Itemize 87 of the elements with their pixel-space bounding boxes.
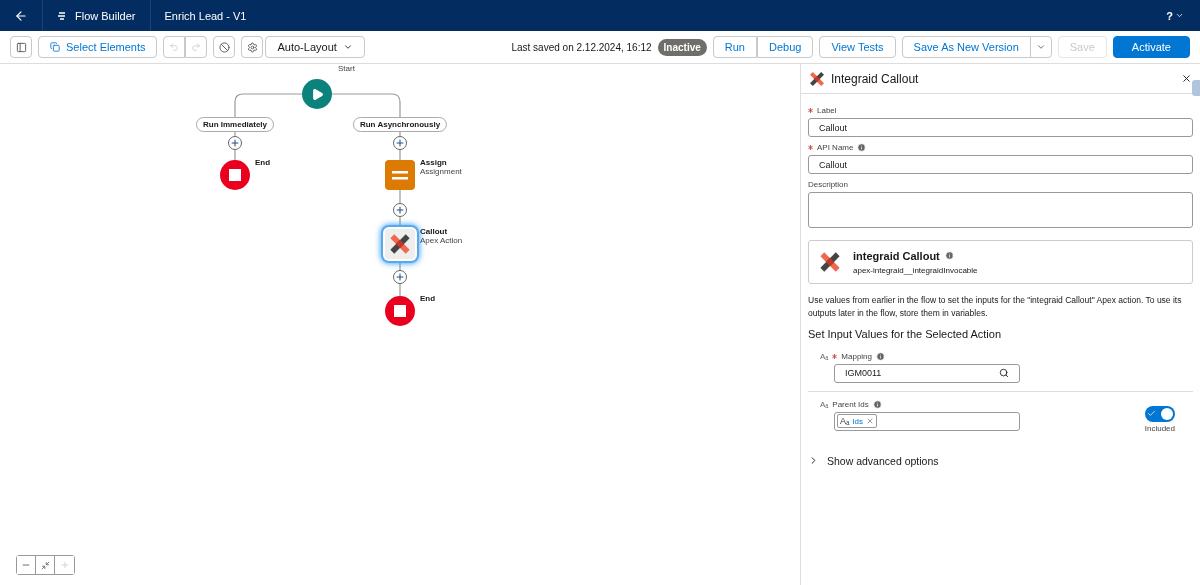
add-element-button[interactable] [393,270,407,284]
settings-icon [247,41,258,53]
check-icon [1146,409,1156,418]
node-subtitle: Assignment [420,167,462,176]
status-badge: Inactive [657,38,707,56]
select-elements-button[interactable]: Select Elements [38,36,158,58]
remove-icon[interactable] [866,417,875,425]
start-node[interactable] [302,79,332,109]
node-subtitle: Apex Action [420,236,463,245]
node-title: Callout [420,227,449,236]
equals-icon [392,170,408,180]
required-icon [808,108,813,113]
info-icon [944,251,954,260]
panel-icon [15,41,27,53]
toolbar-button[interactable]: View Tests [819,36,896,58]
panel-title: Integraid Callout [831,71,919,86]
errors-button[interactable] [213,36,236,58]
resource-pill[interactable]: Aₐ Ids [837,414,878,428]
description-field[interactable] [808,192,1193,228]
end-node[interactable] [385,296,415,326]
info-icon [857,143,867,152]
settings-button[interactable] [241,36,264,58]
search-icon [999,368,1009,378]
node-title: End [420,294,436,303]
last-saved-text: Last saved on 2.12.2024, 16:12 [511,41,652,53]
text-type-icon: Aₐ [820,399,829,409]
play-icon [310,87,324,101]
field-label: Mapping [841,351,872,361]
activate-button[interactable]: Activate [1112,36,1190,58]
caret-icon[interactable] [1175,11,1184,20]
required-icon [832,353,838,359]
caret-icon [1035,42,1046,52]
end-node[interactable] [220,160,250,190]
help-text: Use values from earlier in the flow to set the inputs for the "integraid Callout" Apex action. To use its outputs later in the flow, store them in variables. [808,294,1183,320]
help-menu[interactable]: ? [1166,9,1173,22]
toggle-label: Included [1144,423,1175,433]
layout-dropdown[interactable]: Auto-Layout [265,36,365,58]
field-label: API Name [817,143,854,152]
plus-icon [395,272,405,282]
resource-field[interactable]: Aₐ Ids [834,411,1020,431]
field-label: Parent Ids [832,399,869,409]
redo-icon [191,42,202,52]
plus-icon [230,138,240,148]
integraid-logo [819,251,841,273]
include-toggle[interactable] [1144,405,1175,422]
action-name: integraid Callout [853,249,940,262]
add-element-button[interactable] [393,203,407,217]
back-icon[interactable] [14,8,28,23]
section-title: Set Input Values for the Selected Action [808,327,1003,340]
field-label: Description [808,180,848,189]
branch-label[interactable]: Run Immediately [196,117,274,132]
undo-icon [169,42,180,52]
save-version-button[interactable]: Save As New Version [901,36,1031,58]
info-icon [872,399,882,409]
advanced-options-toggle[interactable]: Show advanced options [808,454,1193,467]
cross-icon [389,233,411,255]
action-api-name: apex-integraid__integraidInvocable [853,265,978,275]
copy-icon [50,42,60,52]
flow-icon [57,10,67,21]
debug-button[interactable]: Debug [757,36,814,58]
node-title: End [255,158,271,167]
text-field[interactable]: Callout [808,118,1193,137]
zoom-out-button[interactable] [17,556,36,574]
plus-icon [59,560,70,570]
add-element-button[interactable] [393,136,407,150]
ban-icon [219,41,230,53]
branch-label[interactable]: Run Asynchronously [352,117,448,132]
node-subtitle: Start [338,64,355,73]
run-button[interactable]: Run [712,36,757,58]
text-type-icon: Aₐ [820,351,829,361]
text-field[interactable]: Callout [808,155,1193,174]
assignment-node[interactable] [385,160,415,190]
shrink-icon [40,560,50,570]
required-icon [808,145,813,150]
integraid-logo [809,70,825,87]
plus-icon [395,205,405,215]
flow-title: Enrich Lead - V1 [164,9,247,22]
toggle-panel-button[interactable] [10,36,32,58]
info-icon [876,351,885,361]
close-icon[interactable] [1181,73,1192,84]
caret-icon [342,42,353,52]
plus-icon [395,138,405,148]
node-title: Assign [420,158,448,167]
lookup-field[interactable]: IGM0011 [834,363,1020,383]
add-element-button[interactable] [228,136,242,150]
app-name: Flow Builder [75,9,136,22]
field-label: Label [817,106,837,115]
